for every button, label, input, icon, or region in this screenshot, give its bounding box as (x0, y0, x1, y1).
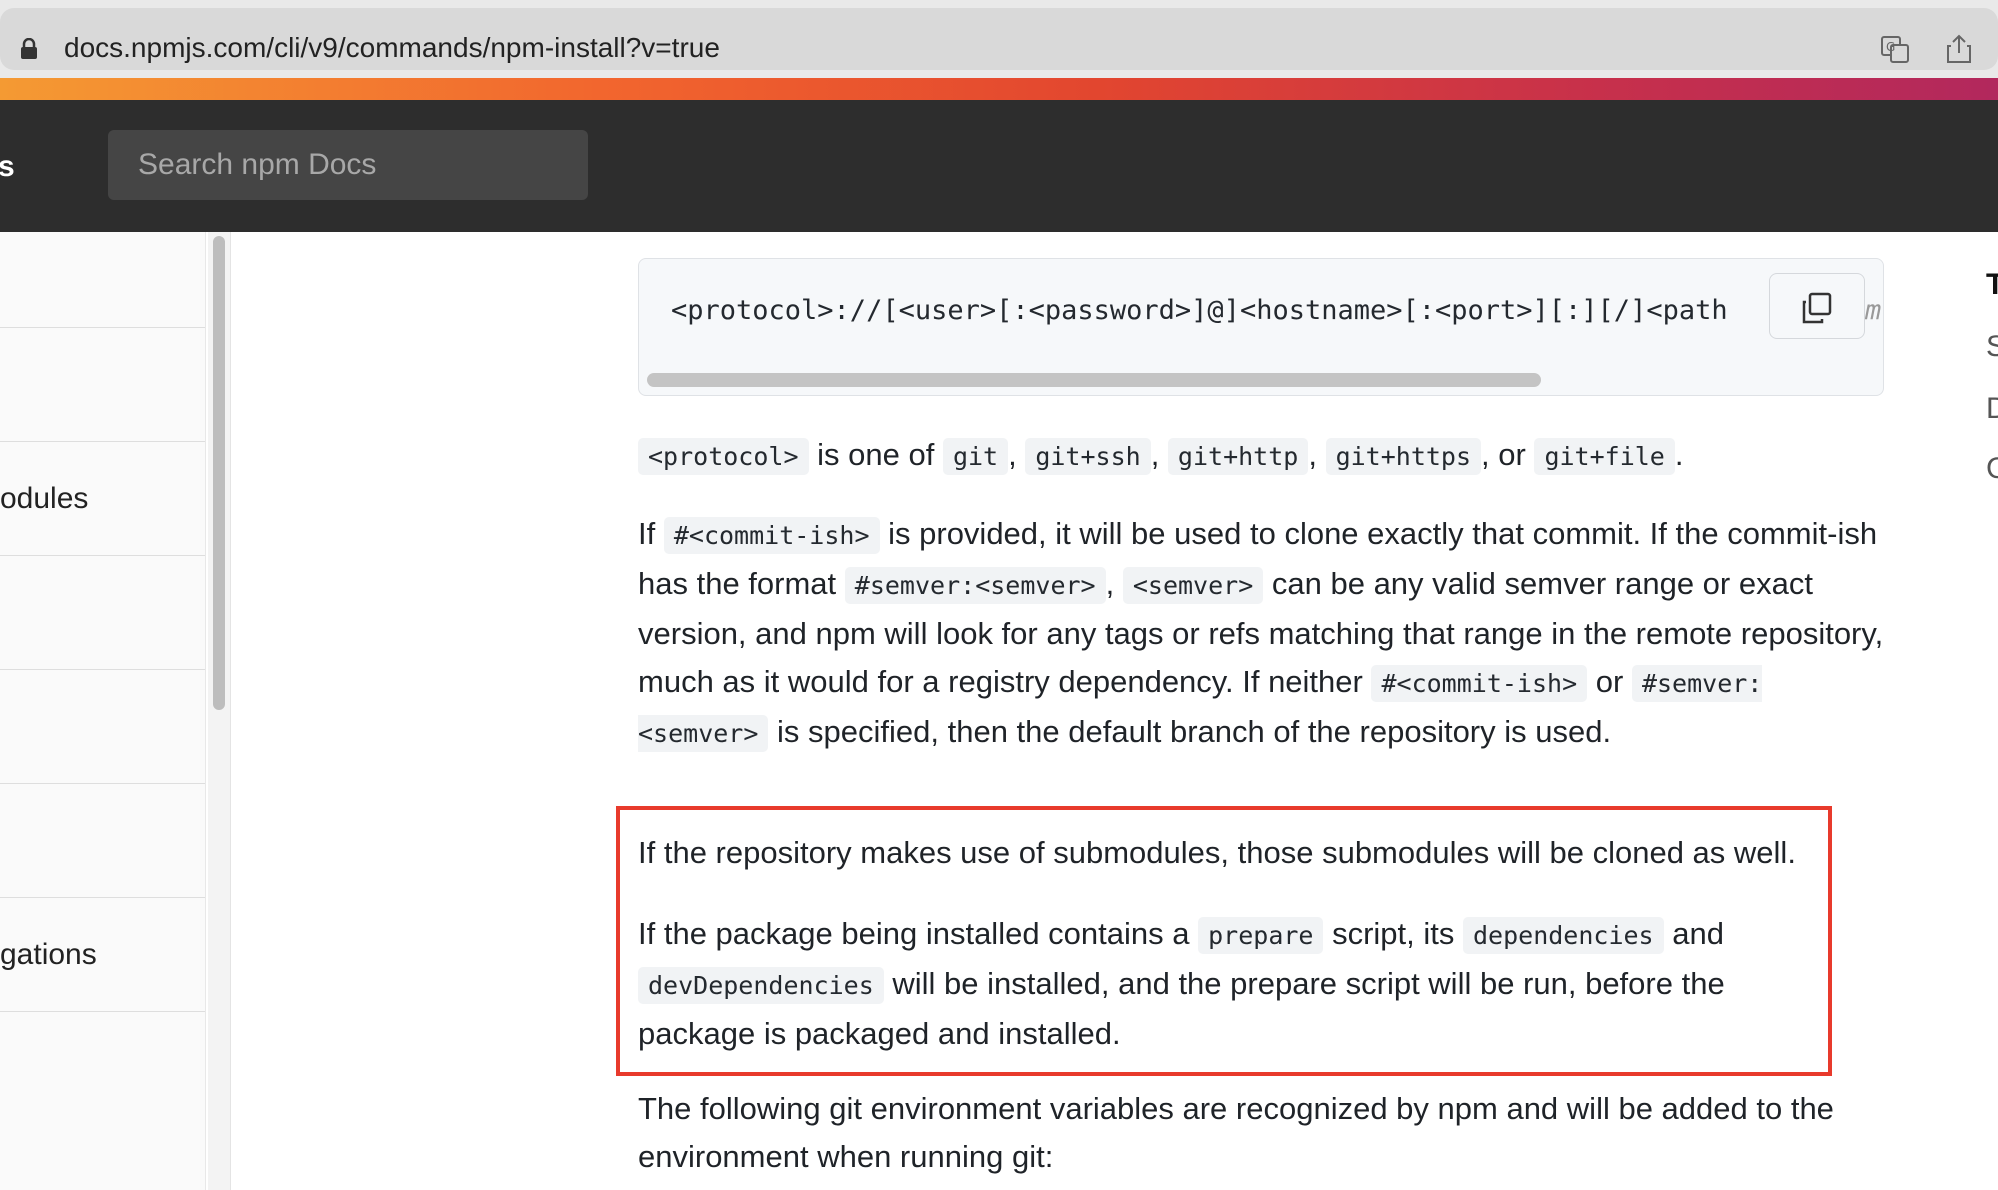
sidebar-item-label: odules (0, 482, 89, 515)
browser-chrome: docs.npmjs.com/cli/v9/commands/npm-insta… (0, 0, 1998, 78)
protocol-paragraph: <protocol> is one of git, git+ssh, git+h… (638, 431, 1888, 481)
sidebar-item-delegations[interactable]: gations (0, 898, 205, 1012)
text: or (1587, 664, 1632, 699)
commitish-paragraph: If #<commit-ish> is provided, it will be… (638, 510, 1888, 758)
inline-code: git+http (1167, 438, 1309, 475)
sidebar-item[interactable] (0, 328, 205, 442)
text: , or (1481, 437, 1535, 472)
inline-code: git+ssh (1025, 438, 1151, 475)
brand-gradient-bar (0, 78, 1998, 100)
prepare-paragraph: If the package being installed contains … (638, 910, 1838, 1058)
sidebar-item[interactable] (0, 1012, 205, 1125)
inline-code: #<commit-ish> (663, 517, 880, 554)
text: is one of (808, 437, 943, 472)
inline-code: <semver> (1122, 567, 1264, 604)
share-icon[interactable] (1944, 34, 1974, 64)
inline-code: git (942, 438, 1009, 475)
lock-icon (21, 38, 37, 59)
svg-text:G: G (1886, 40, 1895, 54)
nav-brand[interactable]: s (0, 150, 15, 184)
text: and (1663, 916, 1724, 951)
text: If the package being installed contains … (638, 916, 1199, 951)
toc-item[interactable]: T (1986, 268, 1998, 302)
sidebar-item[interactable] (0, 784, 205, 898)
copy-icon (1802, 292, 1832, 324)
text: is specified, then the default branch of… (768, 714, 1612, 749)
sidebar-item-label: gations (0, 938, 97, 971)
sidebar: odules gations (0, 232, 206, 1190)
text: If (638, 516, 664, 551)
inline-code: dependencies (1462, 917, 1664, 954)
submodules-paragraph: If the repository makes use of submodule… (638, 835, 1796, 870)
inline-code: git+file (1534, 438, 1675, 475)
inline-code: git+https (1325, 438, 1482, 475)
url-text[interactable]: docs.npmjs.com/cli/v9/commands/npm-insta… (64, 32, 720, 64)
git-env-paragraph: The following git environment variables … (638, 1091, 1834, 1174)
search-input[interactable] (108, 130, 588, 200)
address-bar[interactable]: docs.npmjs.com/cli/v9/commands/npm-insta… (0, 8, 1998, 70)
toc-item[interactable]: D (1986, 392, 1998, 426)
copy-button[interactable] (1769, 273, 1865, 339)
inline-code: #semver:<semver> (844, 567, 1106, 604)
inline-code: <protocol> (638, 438, 809, 475)
sidebar-item[interactable] (0, 232, 205, 328)
code-overflow-text: m (1865, 295, 1882, 326)
sidebar-item[interactable] (0, 556, 205, 670)
toc-item[interactable]: S (1986, 330, 1998, 364)
code-block: <protocol>://[<user>[:<password>]@]<host… (638, 258, 1884, 396)
inline-code: prepare (1198, 917, 1324, 954)
text: . (1674, 437, 1684, 472)
code-line: <protocol>://[<user>[:<password>]@]<host… (671, 295, 1728, 326)
sidebar-scrollbar-thumb[interactable] (213, 236, 225, 710)
inline-code: devDependencies (638, 967, 884, 1004)
sidebar-item[interactable] (0, 670, 205, 784)
top-nav: s (0, 100, 1998, 232)
code-horizontal-scrollbar[interactable] (647, 373, 1541, 387)
toc-item[interactable]: C (1986, 452, 1998, 486)
inline-code: #<commit-ish> (1371, 665, 1588, 702)
text: script, its (1323, 916, 1463, 951)
translate-icon[interactable]: G (1880, 34, 1910, 64)
sidebar-item-modules[interactable]: odules (0, 442, 205, 556)
